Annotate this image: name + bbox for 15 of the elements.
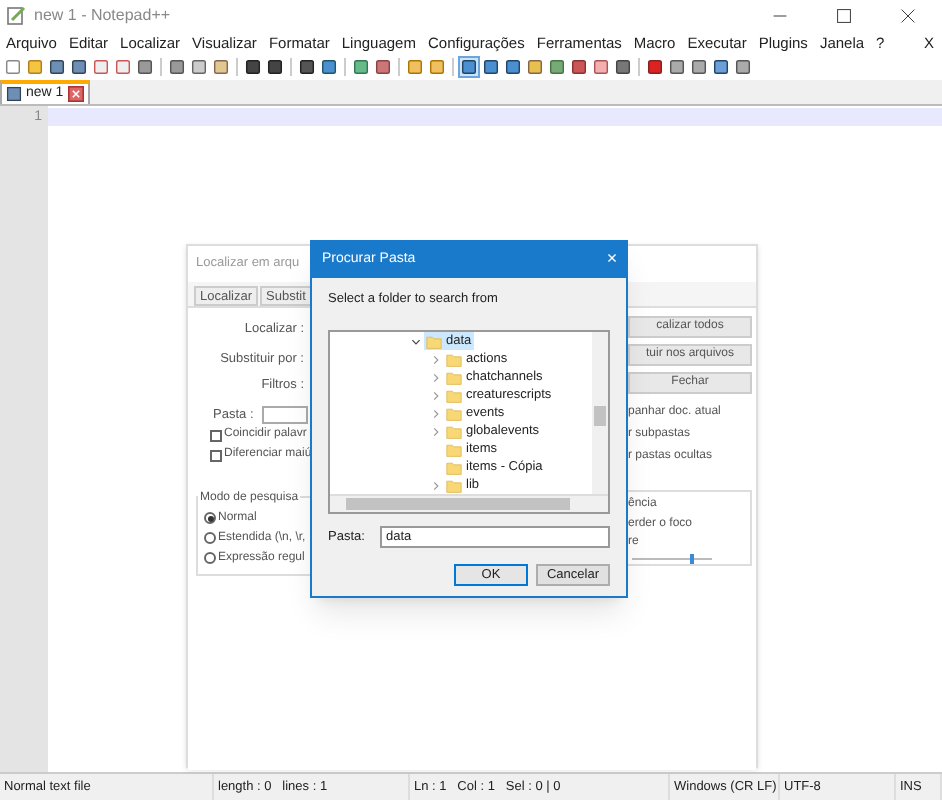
folder-input[interactable] [261, 406, 308, 424]
close-icon[interactable] [900, 8, 916, 24]
notepad-icon [6, 6, 26, 26]
vertical-scrollbar[interactable] [592, 332, 608, 494]
horizontal-scrollbar[interactable] [330, 494, 608, 512]
close-tab-icon[interactable] [67, 86, 84, 102]
radio-button[interactable] [204, 532, 216, 544]
close-button[interactable]: × [598, 246, 626, 274]
radio-button[interactable] [204, 552, 216, 564]
checkbox[interactable] [210, 429, 222, 441]
window-title: new 1 - Notepad++ [34, 4, 171, 28]
slider[interactable] [632, 554, 712, 565]
maximize-icon[interactable] [836, 8, 852, 24]
checkbox[interactable] [210, 449, 222, 461]
radio-button[interactable] [204, 512, 216, 524]
